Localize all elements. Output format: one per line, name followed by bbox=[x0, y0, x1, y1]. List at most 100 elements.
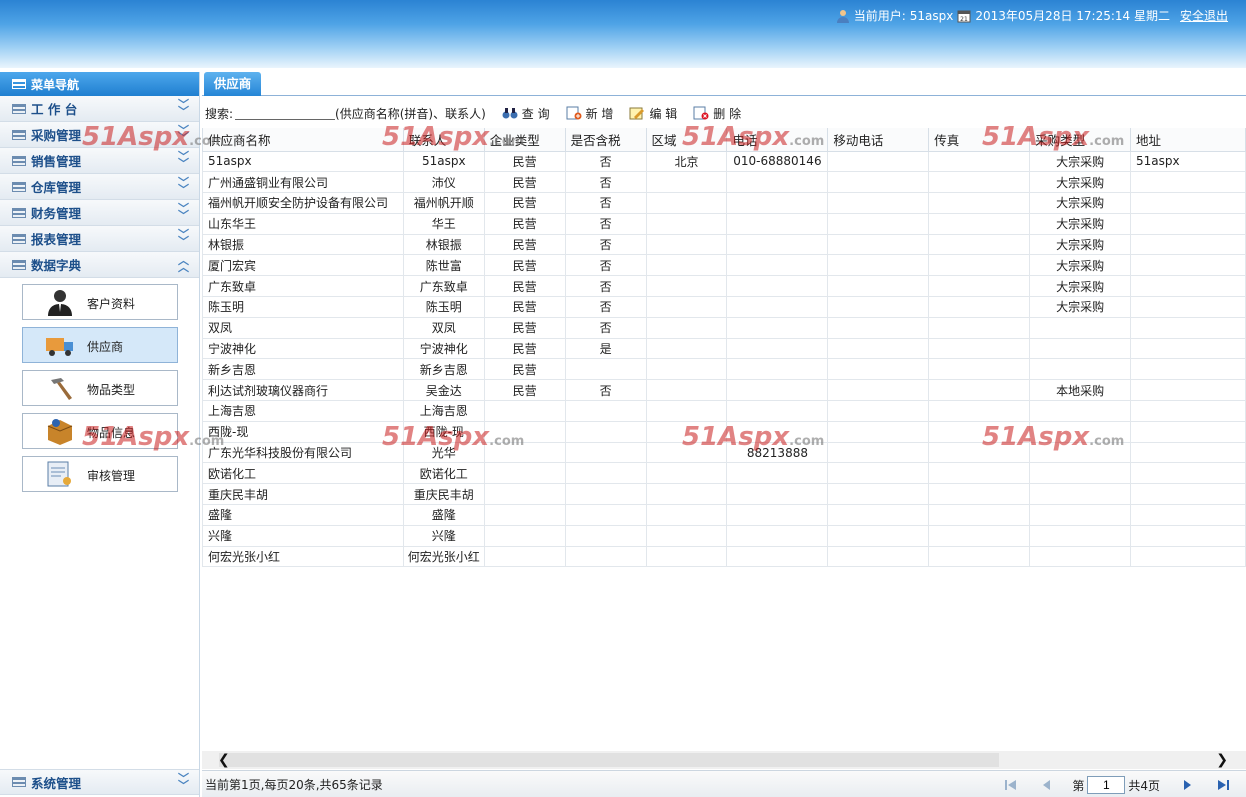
table-row[interactable]: 重庆民丰胡 重庆民丰胡 bbox=[202, 483, 1246, 506]
table-cell bbox=[645, 358, 728, 381]
table-cell bbox=[1130, 171, 1246, 194]
sidebar-section-0[interactable]: 工 作 台 ﹀ ﹀ bbox=[0, 96, 199, 122]
next-page-icon[interactable] bbox=[1178, 777, 1196, 793]
table-cell bbox=[564, 400, 647, 422]
delete-button[interactable]: 删 除 bbox=[693, 105, 741, 122]
sidebar-section-2[interactable]: 销售管理 ﹀ ﹀ bbox=[0, 148, 199, 174]
sidebar-section-5[interactable]: 报表管理 ﹀ ﹀ bbox=[0, 226, 199, 252]
table-cell bbox=[827, 275, 930, 298]
edit-button[interactable]: 编 辑 bbox=[629, 105, 677, 122]
table-cell bbox=[1130, 275, 1246, 298]
table-row[interactable]: 51aspx 51aspx 民营否北京 010-68880146 大宗采购 51aspx bbox=[202, 150, 1246, 173]
table-cell bbox=[1029, 420, 1132, 443]
prev-page-icon[interactable] bbox=[1038, 777, 1056, 793]
table-row[interactable]: 林银振 林银振 民营否大宗采购 bbox=[202, 233, 1246, 256]
table-cell bbox=[483, 400, 566, 422]
section-icon bbox=[12, 207, 26, 218]
table-cell bbox=[726, 524, 829, 547]
sidebar-item-0[interactable]: 客户资料 bbox=[22, 284, 178, 320]
table-cell bbox=[726, 337, 829, 360]
column-header[interactable]: 联系人 bbox=[402, 128, 485, 152]
logout-link[interactable]: 安全退出 bbox=[1180, 7, 1228, 24]
table-cell bbox=[1130, 420, 1246, 443]
column-header[interactable]: 采购类型 bbox=[1029, 128, 1132, 152]
scrollbar-thumb[interactable] bbox=[219, 753, 999, 767]
sidebar-item-1[interactable]: 供应商 bbox=[22, 327, 178, 363]
table-cell bbox=[928, 337, 1031, 360]
table-cell bbox=[928, 358, 1031, 381]
table-row[interactable]: 欧诺化工 欧诺化工 bbox=[202, 462, 1246, 485]
sidebar-item-2[interactable]: 物品类型 bbox=[22, 370, 178, 406]
table-row[interactable]: 广州通盛铜业有限公司 沛仪 民营否 大宗采购 bbox=[202, 171, 1246, 194]
sidebar-section-4[interactable]: 财务管理 ﹀ ﹀ bbox=[0, 200, 199, 226]
table-cell bbox=[827, 296, 930, 318]
table-row[interactable]: 兴隆 兴隆 bbox=[202, 524, 1246, 547]
table-cell: 民营 bbox=[483, 233, 566, 256]
table-row[interactable]: 厦门宏宾 陈世富 民营否 大宗采购 bbox=[202, 254, 1246, 277]
sidebar-section-system[interactable]: 系统管理 ﹀ ﹀ bbox=[0, 769, 199, 795]
table-cell bbox=[645, 504, 728, 526]
table-cell: 沛仪 bbox=[402, 171, 485, 194]
table-cell: 大宗采购 bbox=[1029, 192, 1132, 214]
column-header[interactable]: 企业类型 bbox=[483, 128, 566, 152]
tab-supplier[interactable]: 供应商 bbox=[204, 72, 261, 96]
table-cell bbox=[827, 316, 930, 339]
sidebar-section-6[interactable]: 数据字典 ︿ ︿ bbox=[0, 252, 199, 278]
user-bar: 当前用户: 51aspx 21 2013年05月28日 17:25:14 星期二… bbox=[836, 7, 1228, 24]
table-cell bbox=[483, 462, 566, 485]
table-cell: 否 bbox=[564, 150, 647, 173]
table-cell bbox=[645, 171, 728, 194]
hammer-icon bbox=[45, 374, 75, 402]
first-page-icon[interactable] bbox=[1002, 777, 1020, 793]
column-header[interactable]: 移动电话 bbox=[827, 128, 930, 152]
horizontal-scrollbar[interactable]: ❮ ❯ bbox=[202, 751, 1246, 769]
table-row[interactable]: 宁波神化 宁波神化 民营是 bbox=[202, 337, 1246, 360]
table-cell: 上海吉恩 bbox=[202, 400, 404, 422]
table-row[interactable]: 陈玉明 陈玉明 民营否大宗采购 bbox=[202, 296, 1246, 318]
table-cell bbox=[928, 379, 1031, 402]
scroll-left-icon[interactable]: ❮ bbox=[218, 751, 230, 769]
table-cell bbox=[928, 316, 1031, 339]
table-row[interactable]: 西陇-现 西陇-现 bbox=[202, 420, 1246, 443]
sidebar-item-4[interactable]: 审核管理 bbox=[22, 456, 178, 492]
table-cell bbox=[726, 254, 829, 277]
column-header[interactable]: 区域 bbox=[645, 128, 728, 152]
scroll-right-icon[interactable]: ❯ bbox=[1216, 751, 1228, 769]
table-row[interactable]: 广东致卓 广东致卓 民营否大宗采购 bbox=[202, 275, 1246, 298]
sidebar-section-1[interactable]: 采购管理 ﹀ ﹀ bbox=[0, 122, 199, 148]
query-button[interactable]: 查 询 bbox=[502, 105, 550, 122]
table-cell bbox=[928, 400, 1031, 422]
column-header[interactable]: 传真 bbox=[928, 128, 1031, 152]
search-input[interactable] bbox=[235, 106, 336, 120]
page-number-input[interactable] bbox=[1087, 776, 1126, 794]
column-header[interactable]: 是否含税 bbox=[564, 128, 647, 152]
header-banner: 当前用户: 51aspx 21 2013年05月28日 17:25:14 星期二… bbox=[0, 0, 1246, 68]
table-cell bbox=[1130, 212, 1246, 235]
sidebar-item-3[interactable]: 物品信息 bbox=[22, 413, 178, 449]
table-row[interactable]: 福州帆开顺安全防护设备有限公司 福州帆开顺 民营否 大宗采购 bbox=[202, 192, 1246, 214]
column-header[interactable]: 供应商名称 bbox=[202, 128, 404, 152]
query-label: 查 询 bbox=[521, 106, 550, 121]
sidebar-section-3[interactable]: 仓库管理 ﹀ ﹀ bbox=[0, 174, 199, 200]
table-cell bbox=[827, 483, 930, 506]
table-cell bbox=[1029, 400, 1132, 422]
table-cell: 51aspx bbox=[1130, 150, 1246, 173]
column-header[interactable]: 电话 bbox=[726, 128, 829, 152]
table-row[interactable]: 广东光华科技股份有限公司 光华 88213888 bbox=[202, 441, 1246, 464]
table-row[interactable]: 利达试剂玻璃仪器商行 吴金达 民营否 本地采购 bbox=[202, 379, 1246, 402]
table-cell bbox=[827, 192, 930, 214]
table-cell bbox=[1130, 504, 1246, 526]
table-row[interactable]: 盛隆 盛隆 bbox=[202, 504, 1246, 526]
table-row[interactable]: 上海吉恩 上海吉恩 bbox=[202, 400, 1246, 422]
last-page-icon[interactable] bbox=[1214, 777, 1232, 793]
table-cell bbox=[1130, 316, 1246, 339]
table-row[interactable]: 新乡吉恩 新乡吉恩 民营 bbox=[202, 358, 1246, 381]
table-row[interactable]: 双凤 双凤 民营否 bbox=[202, 316, 1246, 339]
table-cell: 否 bbox=[564, 275, 647, 298]
table-row[interactable]: 山东华王 华王 民营否 大宗采购 bbox=[202, 212, 1246, 235]
table-cell: 陈玉明 bbox=[402, 296, 485, 318]
column-header[interactable]: 地址 bbox=[1130, 128, 1246, 152]
table-row[interactable]: 何宏光张小红 何宏光张小红 bbox=[202, 545, 1246, 568]
add-button[interactable]: 新 增 bbox=[566, 105, 613, 122]
table-cell: 福州帆开顺安全防护设备有限公司 bbox=[202, 192, 404, 214]
